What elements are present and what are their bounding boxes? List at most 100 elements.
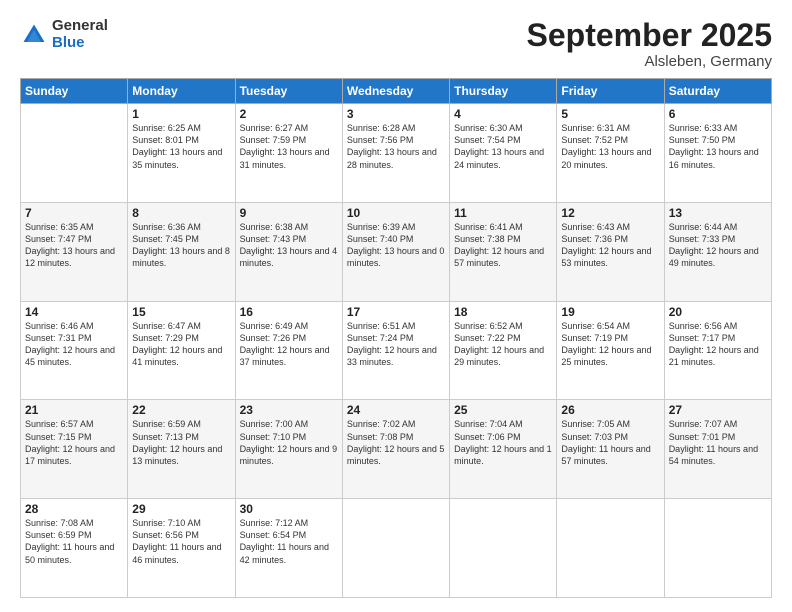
sunrise-text: Sunrise: 7:05 AM <box>561 419 630 429</box>
header-saturday: Saturday <box>664 79 771 104</box>
sunrise-text: Sunrise: 6:28 AM <box>347 123 416 133</box>
sunset-text: Sunset: 7:29 PM <box>132 333 199 343</box>
day-cell-w4-d1: 21 Sunrise: 6:57 AM Sunset: 7:15 PM Dayl… <box>21 400 128 499</box>
sunrise-text: Sunrise: 7:10 AM <box>132 518 201 528</box>
daylight-text: Daylight: 13 hours and 12 minutes. <box>25 246 115 268</box>
day-cell-w1-d6: 5 Sunrise: 6:31 AM Sunset: 7:52 PM Dayli… <box>557 104 664 203</box>
day-cell-w3-d5: 18 Sunrise: 6:52 AM Sunset: 7:22 PM Dayl… <box>450 301 557 400</box>
sunset-text: Sunset: 7:36 PM <box>561 234 628 244</box>
sunset-text: Sunset: 7:47 PM <box>25 234 92 244</box>
sunrise-text: Sunrise: 6:56 AM <box>669 321 738 331</box>
header-thursday: Thursday <box>450 79 557 104</box>
sunrise-text: Sunrise: 7:08 AM <box>25 518 94 528</box>
daylight-text: Daylight: 12 hours and 33 minutes. <box>347 345 437 367</box>
day-cell-w2-d4: 10 Sunrise: 6:39 AM Sunset: 7:40 PM Dayl… <box>342 202 449 301</box>
day-info: Sunrise: 6:51 AM Sunset: 7:24 PM Dayligh… <box>347 320 445 369</box>
day-number: 22 <box>132 403 230 417</box>
day-info: Sunrise: 7:12 AM Sunset: 6:54 PM Dayligh… <box>240 517 338 566</box>
sunrise-text: Sunrise: 7:07 AM <box>669 419 738 429</box>
sunset-text: Sunset: 6:54 PM <box>240 530 307 540</box>
day-number: 26 <box>561 403 659 417</box>
sunrise-text: Sunrise: 6:57 AM <box>25 419 94 429</box>
day-number: 17 <box>347 305 445 319</box>
sunset-text: Sunset: 7:01 PM <box>669 432 736 442</box>
week-row-3: 14 Sunrise: 6:46 AM Sunset: 7:31 PM Dayl… <box>21 301 772 400</box>
day-cell-w3-d3: 16 Sunrise: 6:49 AM Sunset: 7:26 PM Dayl… <box>235 301 342 400</box>
daylight-text: Daylight: 12 hours and 13 minutes. <box>132 444 222 466</box>
day-cell-w3-d7: 20 Sunrise: 6:56 AM Sunset: 7:17 PM Dayl… <box>664 301 771 400</box>
day-cell-w5-d7 <box>664 499 771 598</box>
sunrise-text: Sunrise: 6:52 AM <box>454 321 523 331</box>
sunset-text: Sunset: 7:22 PM <box>454 333 521 343</box>
day-number: 30 <box>240 502 338 516</box>
day-number: 21 <box>25 403 123 417</box>
day-info: Sunrise: 6:33 AM Sunset: 7:50 PM Dayligh… <box>669 122 767 171</box>
day-number: 29 <box>132 502 230 516</box>
day-info: Sunrise: 6:30 AM Sunset: 7:54 PM Dayligh… <box>454 122 552 171</box>
day-info: Sunrise: 6:52 AM Sunset: 7:22 PM Dayligh… <box>454 320 552 369</box>
sunset-text: Sunset: 7:50 PM <box>669 135 736 145</box>
title-block: September 2025 Alsleben, Germany <box>527 18 772 70</box>
sunset-text: Sunset: 7:10 PM <box>240 432 307 442</box>
day-info: Sunrise: 6:46 AM Sunset: 7:31 PM Dayligh… <box>25 320 123 369</box>
sunrise-text: Sunrise: 6:35 AM <box>25 222 94 232</box>
sunset-text: Sunset: 6:56 PM <box>132 530 199 540</box>
day-number: 14 <box>25 305 123 319</box>
day-number: 10 <box>347 206 445 220</box>
day-number: 19 <box>561 305 659 319</box>
day-number: 4 <box>454 107 552 121</box>
sunrise-text: Sunrise: 6:27 AM <box>240 123 309 133</box>
day-number: 3 <box>347 107 445 121</box>
daylight-text: Daylight: 12 hours and 1 minute. <box>454 444 552 466</box>
day-cell-w5-d6 <box>557 499 664 598</box>
day-info: Sunrise: 6:59 AM Sunset: 7:13 PM Dayligh… <box>132 418 230 467</box>
day-number: 25 <box>454 403 552 417</box>
day-cell-w4-d6: 26 Sunrise: 7:05 AM Sunset: 7:03 PM Dayl… <box>557 400 664 499</box>
day-number: 11 <box>454 206 552 220</box>
day-cell-w4-d3: 23 Sunrise: 7:00 AM Sunset: 7:10 PM Dayl… <box>235 400 342 499</box>
day-cell-w2-d6: 12 Sunrise: 6:43 AM Sunset: 7:36 PM Dayl… <box>557 202 664 301</box>
logo-icon <box>20 21 48 49</box>
sunset-text: Sunset: 7:03 PM <box>561 432 628 442</box>
daylight-text: Daylight: 13 hours and 8 minutes. <box>132 246 230 268</box>
day-number: 27 <box>669 403 767 417</box>
day-cell-w1-d1 <box>21 104 128 203</box>
sunset-text: Sunset: 7:26 PM <box>240 333 307 343</box>
sunset-text: Sunset: 7:45 PM <box>132 234 199 244</box>
day-cell-w4-d5: 25 Sunrise: 7:04 AM Sunset: 7:06 PM Dayl… <box>450 400 557 499</box>
day-cell-w1-d5: 4 Sunrise: 6:30 AM Sunset: 7:54 PM Dayli… <box>450 104 557 203</box>
day-info: Sunrise: 6:44 AM Sunset: 7:33 PM Dayligh… <box>669 221 767 270</box>
day-cell-w4-d4: 24 Sunrise: 7:02 AM Sunset: 7:08 PM Dayl… <box>342 400 449 499</box>
header-wednesday: Wednesday <box>342 79 449 104</box>
day-info: Sunrise: 6:35 AM Sunset: 7:47 PM Dayligh… <box>25 221 123 270</box>
sunset-text: Sunset: 7:43 PM <box>240 234 307 244</box>
day-cell-w2-d1: 7 Sunrise: 6:35 AM Sunset: 7:47 PM Dayli… <box>21 202 128 301</box>
sunset-text: Sunset: 7:40 PM <box>347 234 414 244</box>
daylight-text: Daylight: 12 hours and 21 minutes. <box>669 345 759 367</box>
sunrise-text: Sunrise: 6:59 AM <box>132 419 201 429</box>
daylight-text: Daylight: 12 hours and 57 minutes. <box>454 246 544 268</box>
header-monday: Monday <box>128 79 235 104</box>
weekday-header-row: Sunday Monday Tuesday Wednesday Thursday… <box>21 79 772 104</box>
sunrise-text: Sunrise: 6:31 AM <box>561 123 630 133</box>
sunrise-text: Sunrise: 6:38 AM <box>240 222 309 232</box>
day-number: 16 <box>240 305 338 319</box>
day-info: Sunrise: 7:05 AM Sunset: 7:03 PM Dayligh… <box>561 418 659 467</box>
daylight-text: Daylight: 12 hours and 37 minutes. <box>240 345 330 367</box>
day-number: 20 <box>669 305 767 319</box>
day-info: Sunrise: 7:02 AM Sunset: 7:08 PM Dayligh… <box>347 418 445 467</box>
day-cell-w5-d3: 30 Sunrise: 7:12 AM Sunset: 6:54 PM Dayl… <box>235 499 342 598</box>
sunrise-text: Sunrise: 6:36 AM <box>132 222 201 232</box>
daylight-text: Daylight: 12 hours and 45 minutes. <box>25 345 115 367</box>
day-number: 12 <box>561 206 659 220</box>
daylight-text: Daylight: 13 hours and 16 minutes. <box>669 147 759 169</box>
daylight-text: Daylight: 13 hours and 24 minutes. <box>454 147 544 169</box>
sunrise-text: Sunrise: 7:00 AM <box>240 419 309 429</box>
day-cell-w1-d3: 2 Sunrise: 6:27 AM Sunset: 7:59 PM Dayli… <box>235 104 342 203</box>
day-number: 24 <box>347 403 445 417</box>
week-row-5: 28 Sunrise: 7:08 AM Sunset: 6:59 PM Dayl… <box>21 499 772 598</box>
page: General Blue September 2025 Alsleben, Ge… <box>0 0 792 612</box>
logo-general-text: General <box>52 18 108 35</box>
daylight-text: Daylight: 13 hours and 20 minutes. <box>561 147 651 169</box>
daylight-text: Daylight: 11 hours and 50 minutes. <box>25 542 114 564</box>
